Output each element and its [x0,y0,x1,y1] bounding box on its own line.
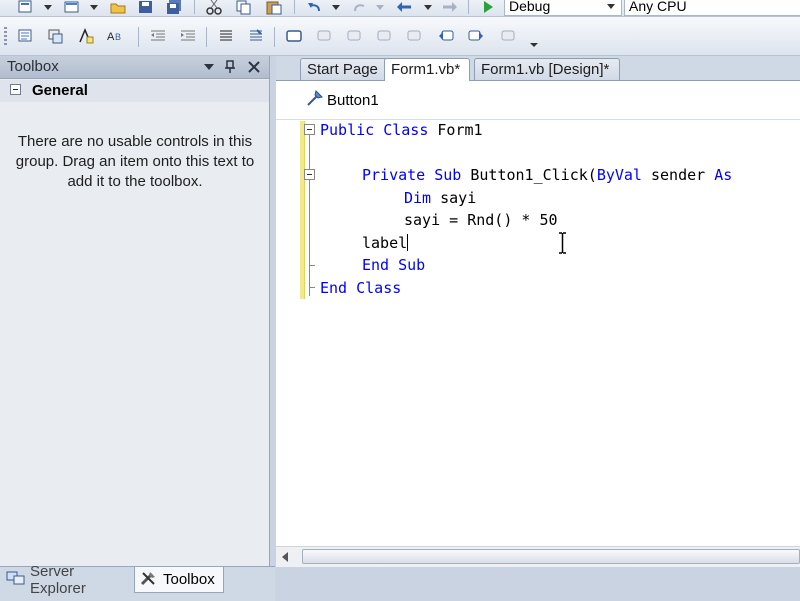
collapse-sub-icon[interactable] [304,169,315,180]
code-text-area[interactable]: Public Class Form1 Private Sub Button1_C… [276,121,800,546]
keyword: Public Class [320,121,429,139]
bottom-tab-strip: Server Explorer Toolbox [0,563,275,601]
next-bookmark-icon[interactable] [344,27,364,45]
class-name-value: Button1 [327,91,379,109]
code-line-8: End Class [320,277,401,299]
solution-config-value: Debug [509,0,551,14]
platform-combo[interactable]: Any CPU [624,0,800,16]
collapse-class-icon[interactable] [304,124,315,135]
class-end-marker [309,287,315,288]
svg-text:A: A [107,31,115,43]
previous-bookmark-in-folder-icon[interactable] [374,27,394,45]
open-file-icon[interactable] [108,0,128,16]
keyword: ByVal [596,166,642,184]
save-all-icon[interactable] [164,0,184,16]
display-parameter-info-icon[interactable] [46,27,66,45]
text-editor-toolbar: AB [0,17,800,56]
display-quick-info-icon[interactable] [76,27,96,45]
decrease-indent-icon[interactable] [148,27,168,45]
tab-start-page[interactable]: Start Page [300,58,396,80]
redo-icon[interactable] [350,0,370,16]
keyword: Dim [404,189,432,207]
toolbox-title: Toolbox [7,58,59,75]
toolbox-group-label: General [32,82,88,99]
svg-text:B: B [115,32,121,42]
statement: label [362,234,408,252]
collapse-icon[interactable] [10,84,21,95]
keyword: End Sub [362,256,426,274]
identifier: Form1 [428,121,483,139]
keyword: As [714,166,733,184]
tab-server-explorer[interactable]: Server Explorer [2,563,134,597]
toolbox-group-general[interactable]: General [0,80,269,102]
add-new-project-icon[interactable] [16,0,36,16]
undo-icon[interactable] [304,0,324,16]
next-bookmark-in-document-icon[interactable] [466,27,486,45]
toolbox-header: Toolbox [0,56,269,79]
previous-bookmark-icon[interactable] [314,27,334,45]
solution-config-combo[interactable]: Debug [504,0,622,16]
next-bookmark-in-folder-icon[interactable] [404,27,424,45]
statement: sayi = Rnd() * 50 [404,211,558,229]
code-line-1: Public Class Form1 [320,119,483,141]
start-debugging-icon[interactable] [478,0,498,16]
class-name-combo[interactable]: Button1 [304,89,379,111]
server-explorer-icon [6,570,26,590]
navigate-backward-icon[interactable] [394,0,414,16]
comment-out-lines-icon[interactable] [216,27,236,45]
change-tracking-bar [300,121,305,299]
previous-bookmark-in-document-icon[interactable] [436,27,456,45]
code-line-4: Dim sayi [404,187,476,209]
code-line-6: label [362,232,409,254]
code-editor[interactable]: Button1 Public Class Form1 Private Sub B… [276,81,800,567]
increase-indent-icon[interactable] [178,27,198,45]
display-object-member-list-icon[interactable] [16,27,36,45]
navigate-forward-icon[interactable] [440,0,460,16]
scroll-left-arrow-icon[interactable] [282,552,288,562]
ibeam-cursor-icon [559,232,566,254]
code-line-5: sayi = Rnd() * 50 [404,209,558,231]
toolbox-panel: Toolbox General There are no usable cont… [0,56,270,566]
close-icon[interactable] [246,59,262,75]
platform-value: Any CPU [629,0,687,14]
keyword: End Class [320,279,402,297]
auto-hide-pin-icon[interactable] [222,59,238,75]
outline-guide [309,128,310,296]
display-word-completion-icon[interactable]: AB [106,27,126,45]
copy-icon[interactable] [234,0,254,16]
toolbox-empty-message: There are no usable controls in this gro… [15,133,255,190]
sub-end-marker [309,265,315,266]
code-line-3: Private Sub Button1_Click(ByVal sender A… [362,164,732,186]
identifier: sender [641,166,715,184]
identifier: sayi [431,189,477,207]
navigation-bar: Button1 [276,81,800,120]
tab-label: Server Explorer [30,563,86,597]
identifier: Button1_Click( [461,166,597,184]
text-caret [407,234,409,251]
tab-label: Toolbox [163,571,215,588]
code-line-7: End Sub [362,254,425,276]
paste-icon[interactable] [264,0,284,16]
keyword: Private Sub [362,166,462,184]
document-tab-strip: Start Page Form1.vb* Form1.vb [Design]* [276,56,800,81]
add-item-icon[interactable] [62,0,82,16]
tab-toolbox[interactable]: Toolbox [134,567,224,593]
tab-form1-vb[interactable]: Form1.vb* [384,58,470,81]
window-position-dropdown-icon[interactable] [201,59,217,75]
clear-bookmarks-icon[interactable] [498,27,518,45]
tab-form1-design[interactable]: Form1.vb [Design]* [474,58,620,80]
toggle-bookmark-icon[interactable] [284,27,304,45]
uncomment-lines-icon[interactable] [246,27,266,45]
scrollbar-thumb[interactable] [302,549,800,564]
cut-icon[interactable] [204,0,224,16]
toolbox-icon [139,569,159,591]
standard-toolbar: Debug Any CPU [0,0,800,17]
horizontal-scrollbar[interactable] [276,546,800,567]
save-icon[interactable] [136,0,156,16]
button-control-icon [304,89,324,111]
